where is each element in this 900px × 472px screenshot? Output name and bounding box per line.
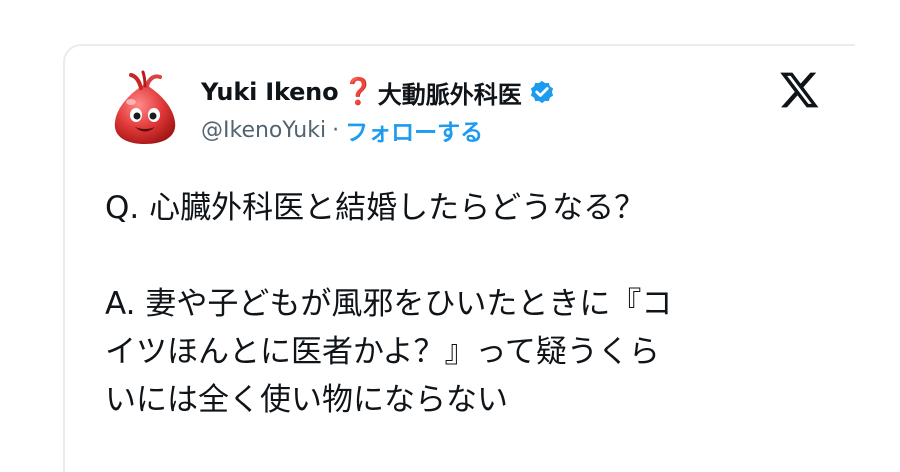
tweet-line-answer-2: イツほんとに医者かよ？』って疑うくら bbox=[105, 334, 660, 370]
author-title[interactable]: 大動脈外科医 bbox=[378, 75, 522, 110]
follow-button[interactable]: フォローする bbox=[345, 113, 483, 147]
handle-row: @IkenoYuki · フォローする bbox=[201, 113, 556, 147]
question-mark-emoji: ❓ bbox=[342, 77, 375, 107]
page: Yuki Ikeno ❓ 大動脈外科医 @IkenoYuki · フォローする bbox=[0, 0, 900, 472]
slime-avatar-icon bbox=[114, 70, 176, 144]
verified-badge-icon bbox=[528, 78, 556, 106]
author-name-row[interactable]: Yuki Ikeno ❓ 大動脈外科医 bbox=[201, 74, 556, 110]
author-name[interactable]: Yuki Ikeno bbox=[201, 78, 339, 106]
author-handle[interactable]: @IkenoYuki bbox=[201, 118, 326, 143]
tweet-line-answer-3: いには全く使い物にならない bbox=[105, 382, 508, 418]
tweet-text: Q. 心臓外科医と結婚したらどうなる？ A. 妻や子どもが風邪をひいたときに『コ… bbox=[105, 184, 825, 424]
avatar[interactable] bbox=[105, 70, 185, 150]
tweet-card[interactable]: Yuki Ikeno ❓ 大動脈外科医 @IkenoYuki · フォローする bbox=[63, 44, 855, 472]
x-logo-icon[interactable] bbox=[777, 68, 821, 112]
separator: · bbox=[332, 117, 340, 143]
tweet-line-answer-1: A. 妻や子どもが風邪をひいたときに『コ bbox=[105, 286, 673, 322]
user-info: Yuki Ikeno ❓ 大動脈外科医 @IkenoYuki · フォローする bbox=[201, 74, 556, 146]
tweet-line-question: Q. 心臓外科医と結婚したらどうなる？ bbox=[105, 190, 646, 226]
